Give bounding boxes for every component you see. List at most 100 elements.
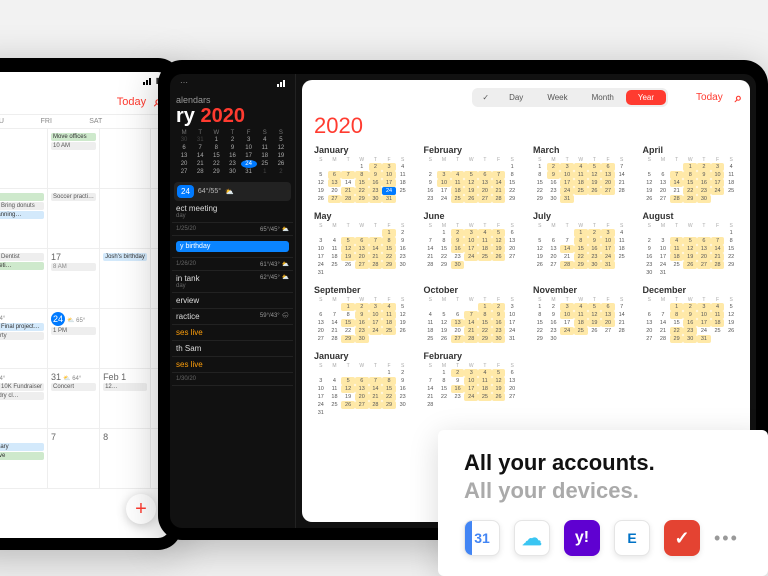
- month-april[interactable]: AprilSMTWTFS1234567891011121314151617181…: [643, 145, 739, 203]
- weather-icon: ⛅: [225, 188, 234, 196]
- event-chip[interactable]: 10 AM: [51, 142, 96, 150]
- event-chip[interactable]: Food drive: [0, 452, 44, 460]
- dark-sidebar: ⋯ alendars ry 2020 MTWTFSS 3031123456789…: [170, 74, 296, 528]
- event-chip[interactable]: Pick up dry cl…: [0, 392, 44, 400]
- agenda-item[interactable]: y birthday: [172, 236, 293, 258]
- status-bar: ▮: [0, 72, 170, 89]
- wifi-icon: [143, 76, 151, 85]
- year-title: 2020: [314, 113, 738, 139]
- agenda-item[interactable]: 1/30/20: [172, 373, 293, 386]
- agenda-item[interactable]: ses live: [172, 325, 293, 341]
- event-chip[interactable]: 8:30 AMBring donuts: [0, 202, 44, 210]
- month-february[interactable]: FebruarySMTWTFS1234567891011121314151617…: [424, 351, 520, 417]
- agenda-item[interactable]: th Sam: [172, 341, 293, 357]
- seg-day[interactable]: Day: [497, 90, 535, 105]
- day-cell[interactable]: 7: [48, 429, 100, 489]
- day-cell[interactable]: Soccer practi…: [48, 189, 100, 249]
- month-july[interactable]: JulySMTWTFS12345678910111213141516171819…: [533, 211, 629, 277]
- day-cell[interactable]: 6AnniversaryFood drive: [0, 429, 48, 489]
- event-chip[interactable]: Josh's birthday: [103, 253, 147, 261]
- event-chip[interactable]: Pizza party: [0, 332, 44, 340]
- month-march[interactable]: MarchSMTWTFS1234567891011121314151617181…: [533, 145, 629, 203]
- event-chip[interactable]: Soccer practi…: [51, 193, 96, 201]
- wifi-icon: [277, 78, 285, 87]
- service-icons-row: 31 ☁ y! E ✓ •••: [464, 520, 742, 556]
- more-icon[interactable]: •••: [714, 528, 739, 549]
- selected-day: 24 64°/55° ⛅: [174, 182, 291, 201]
- week-grid[interactable]: Move offices10 AMding8:30 AMBring donuts…: [0, 129, 170, 489]
- event-chip[interactable]: 8:30 AM10K Fundraiser: [0, 383, 44, 391]
- exchange-icon: E: [614, 520, 650, 556]
- event-chip[interactable]: ding: [0, 193, 44, 201]
- month-january[interactable]: JanuarySMTWTFS12345678910111213141516171…: [314, 351, 410, 417]
- event-chip[interactable]: Initial planning…: [0, 211, 44, 219]
- event-chip[interactable]: 1 PM: [51, 327, 96, 335]
- event-chip[interactable]: Staff meeti…: [0, 262, 44, 270]
- day-cell[interactable]: Feb 112…: [100, 369, 151, 429]
- google-calendar-icon: 31: [464, 520, 500, 556]
- event-chip[interactable]: 8:16 AMDentist: [0, 253, 44, 261]
- seg-month[interactable]: Month: [580, 90, 626, 105]
- agenda-item[interactable]: 65°/45° ⛅1/25/20: [172, 223, 293, 236]
- day-cell[interactable]: Josh's birthday: [100, 249, 151, 309]
- month-february[interactable]: FebruarySMTWTFS1234567891011121314151617…: [424, 145, 520, 203]
- calendars-link[interactable]: alendars: [170, 91, 295, 105]
- day-cell[interactable]: [100, 309, 151, 369]
- icloud-icon: ☁: [514, 520, 550, 556]
- event-chip[interactable]: 8 AM: [51, 263, 96, 271]
- day-cell[interactable]: ding8:30 AMBring donutsInitial planning…: [0, 189, 48, 249]
- view-segmented-control[interactable]: ✓DayWeekMonthYear: [472, 88, 668, 107]
- agenda-list[interactable]: ect meetingday65°/45° ⛅1/25/20y birthday…: [170, 201, 295, 386]
- month-title: ry 2020: [170, 105, 295, 128]
- tablet-week-light: ▮ Today ⌕ THUFRISAT Move offices10 AMdin…: [0, 58, 182, 550]
- mini-month[interactable]: MTWTFSS 30311234567891011121314151617181…: [170, 128, 295, 178]
- month-november[interactable]: NovemberSMTWTFS1234567891011121314151617…: [533, 285, 629, 343]
- today-button[interactable]: Today: [117, 96, 146, 108]
- day-cell[interactable]: 178 AM: [48, 249, 100, 309]
- agenda-item[interactable]: ses live: [172, 357, 293, 373]
- search-icon[interactable]: ⌕: [735, 90, 742, 106]
- weekday-header: THUFRISAT: [0, 115, 170, 129]
- month-october[interactable]: OctoberSMTWTFS12345678910111213141516171…: [424, 285, 520, 343]
- today-button[interactable]: Today: [696, 92, 723, 103]
- add-event-button[interactable]: +: [126, 494, 156, 524]
- promo-card: All your accounts. All your devices. 31 …: [438, 430, 768, 576]
- day-cell[interactable]: [0, 129, 48, 189]
- agenda-item[interactable]: 59°/43° 🌧ractice: [172, 309, 293, 325]
- day-cell[interactable]: 24⛅ 65°1 PM: [48, 309, 100, 369]
- todoist-icon: ✓: [664, 520, 700, 556]
- month-january[interactable]: JanuarySMTWTFS12345678910111213141516171…: [314, 145, 410, 203]
- yahoo-icon: y!: [564, 520, 600, 556]
- promo-headline-2: All your devices.: [464, 478, 742, 504]
- event-chip[interactable]: Anniversary: [0, 443, 44, 451]
- seg-year[interactable]: Year: [626, 90, 666, 105]
- day-cell[interactable]: [100, 129, 151, 189]
- day-cell[interactable]: 8:16 AMDentistStaff meeti…: [0, 249, 48, 309]
- event-chip[interactable]: Concert: [51, 383, 96, 391]
- status-bar: ⋯: [170, 74, 295, 91]
- event-chip[interactable]: 6:30 AMFinal project…: [0, 323, 44, 331]
- month-december[interactable]: DecemberSMTWTFS1234567891011121314151617…: [643, 285, 739, 343]
- selected-day-weather: 64°/55°: [198, 188, 221, 195]
- agenda-item[interactable]: 62°/45° ⛅in tankday: [172, 271, 293, 293]
- event-chip[interactable]: Move offices: [51, 133, 96, 141]
- day-cell[interactable]: [100, 189, 151, 249]
- day-cell[interactable]: Move offices10 AM: [48, 129, 100, 189]
- day-cell[interactable]: 8: [100, 429, 151, 489]
- agenda-item[interactable]: ect meetingday: [172, 201, 293, 223]
- seg-✓[interactable]: ✓: [474, 90, 497, 105]
- seg-week[interactable]: Week: [535, 90, 579, 105]
- event-chip[interactable]: 12…: [103, 383, 147, 391]
- agenda-item[interactable]: 61°/43° ⛅1/26/20: [172, 258, 293, 271]
- day-cell[interactable]: 31⛅ 64°Concert: [48, 369, 100, 429]
- month-august[interactable]: AugustSMTWTFS123456789101112131415161718…: [643, 211, 739, 277]
- month-may[interactable]: MaySMTWTFS123456789101112131415161718192…: [314, 211, 410, 277]
- promo-headline-1: All your accounts.: [464, 450, 742, 476]
- year-months-grid[interactable]: JanuarySMTWTFS12345678910111213141516171…: [310, 145, 742, 417]
- agenda-item[interactable]: erview: [172, 293, 293, 309]
- month-september[interactable]: SeptemberSMTWTFS123456789101112131415161…: [314, 285, 410, 343]
- month-june[interactable]: JuneSMTWTFS12345678910111213141516171819…: [424, 211, 520, 277]
- day-cell[interactable]: 23⛅ 64°6:30 AMFinal project…Pizza party: [0, 309, 48, 369]
- day-cell[interactable]: 30⛅ 64°8:30 AM10K FundraiserPick up dry …: [0, 369, 48, 429]
- time-icon: ⋯: [180, 78, 188, 87]
